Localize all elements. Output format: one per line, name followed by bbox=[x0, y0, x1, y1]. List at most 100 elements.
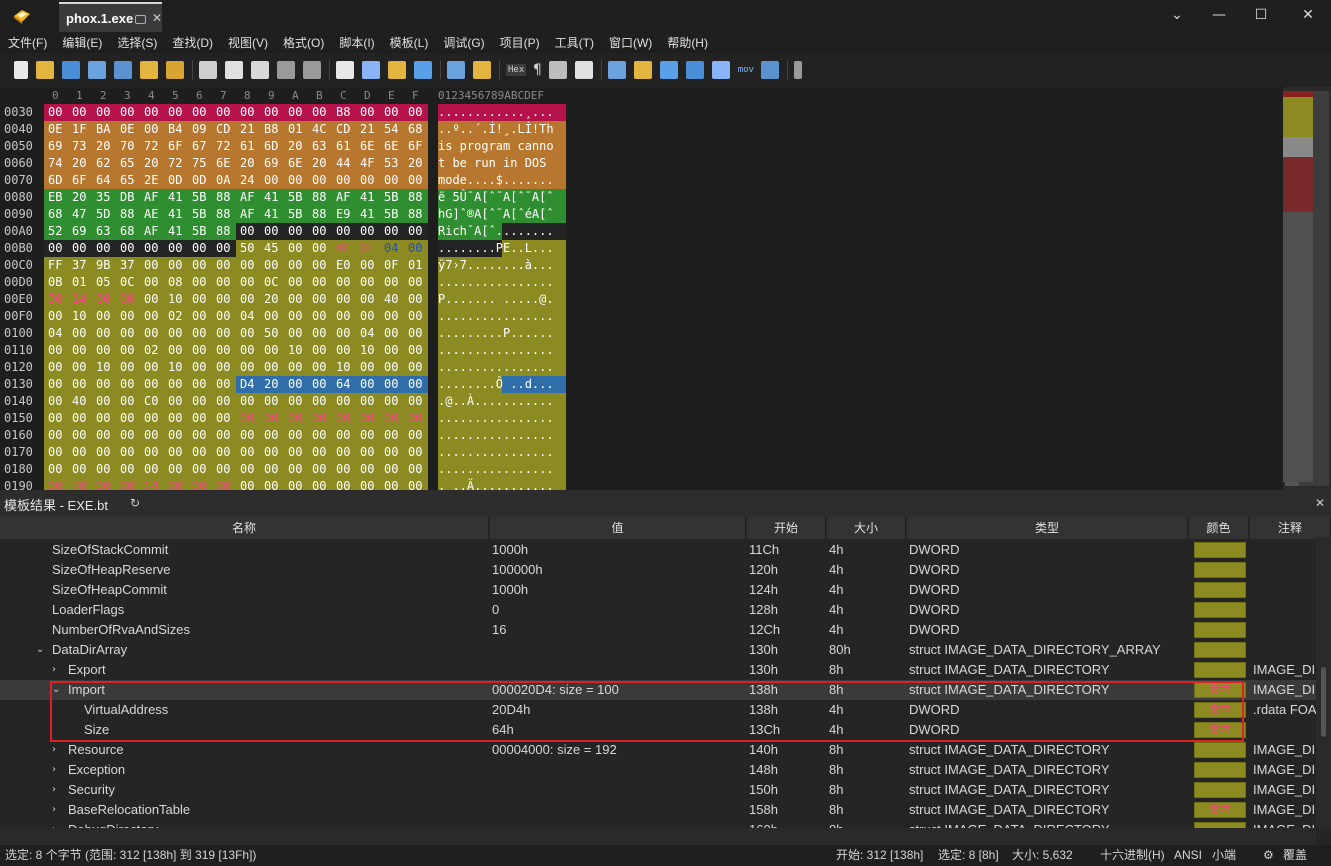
hex-byte[interactable]: 00 bbox=[192, 291, 208, 308]
hex-byte[interactable]: 00 bbox=[288, 376, 304, 393]
ascii-row[interactable]: ................ bbox=[438, 427, 554, 444]
table-row[interactable]: Size 64h 13Ch 4h DWORD 文本 bbox=[0, 720, 1331, 740]
hex-byte[interactable]: 00 bbox=[48, 461, 64, 478]
hex-byte[interactable]: 14 bbox=[72, 291, 88, 308]
hex-byte[interactable]: 5B bbox=[288, 206, 304, 223]
hex-byte[interactable]: 00 bbox=[72, 359, 88, 376]
table-row[interactable]: LoaderFlags 0 128h 4h DWORD bbox=[0, 600, 1331, 620]
hex-byte[interactable]: 00 bbox=[48, 427, 64, 444]
hex-byte[interactable]: 00 bbox=[216, 410, 232, 427]
hex-byte[interactable]: 00 bbox=[120, 291, 136, 308]
hex-byte[interactable]: 72 bbox=[144, 138, 160, 155]
hex-byte[interactable]: 00 bbox=[288, 410, 304, 427]
ascii-row[interactable]: ................ bbox=[438, 308, 554, 325]
hex-byte[interactable]: 45 bbox=[264, 240, 280, 257]
color-swatch[interactable] bbox=[1194, 642, 1246, 658]
hex-byte[interactable]: 41 bbox=[168, 223, 184, 240]
table-horizontal-scrollbar[interactable] bbox=[0, 828, 1316, 845]
hex-byte[interactable]: 00 bbox=[216, 342, 232, 359]
hex-byte[interactable]: 00 bbox=[288, 308, 304, 325]
hex-byte[interactable]: 00 bbox=[264, 427, 280, 444]
hex-byte[interactable]: 10 bbox=[288, 342, 304, 359]
hex-byte[interactable]: 00 bbox=[168, 427, 184, 444]
column-header-value[interactable]: 值 bbox=[490, 517, 746, 539]
menu-view[interactable]: 视图(V) bbox=[228, 34, 268, 51]
hex-byte[interactable]: 2E bbox=[144, 172, 160, 189]
hex-byte[interactable]: 00 bbox=[120, 461, 136, 478]
hex-byte[interactable]: 00 bbox=[240, 342, 256, 359]
hex-byte[interactable]: 00 bbox=[192, 427, 208, 444]
hex-byte[interactable]: 00 bbox=[240, 274, 256, 291]
hex-byte[interactable]: 00 bbox=[120, 427, 136, 444]
hex-byte[interactable]: 00 bbox=[288, 274, 304, 291]
menu-project[interactable]: 项目(P) bbox=[500, 34, 540, 51]
hex-byte[interactable]: 6E bbox=[216, 155, 232, 172]
hex-byte[interactable]: 00 bbox=[312, 342, 328, 359]
save-as-icon[interactable] bbox=[88, 61, 106, 79]
hex-byte[interactable]: 00 bbox=[264, 342, 280, 359]
hex-byte[interactable]: 64 bbox=[336, 376, 352, 393]
hex-byte[interactable]: 0C bbox=[264, 274, 280, 291]
hex-byte[interactable]: 00 bbox=[96, 291, 112, 308]
hex-byte[interactable]: 00 bbox=[48, 410, 64, 427]
hex-byte[interactable]: 00 bbox=[120, 376, 136, 393]
hex-byte[interactable]: 00 bbox=[192, 461, 208, 478]
hex-byte[interactable]: 10 bbox=[336, 359, 352, 376]
ascii-row[interactable]: is program canno bbox=[438, 138, 554, 155]
hex-byte[interactable]: 64 bbox=[96, 172, 112, 189]
hex-byte[interactable]: 00 bbox=[288, 240, 304, 257]
hex-byte[interactable]: 00 bbox=[408, 393, 424, 410]
column-header-size[interactable]: 大小 bbox=[827, 517, 906, 539]
hex-byte[interactable]: 00 bbox=[192, 240, 208, 257]
hex-byte[interactable]: 00 bbox=[72, 427, 88, 444]
ascii-row[interactable]: mode....$....... bbox=[438, 172, 554, 189]
hex-byte[interactable]: 00 bbox=[408, 308, 424, 325]
hex-byte[interactable]: CD bbox=[216, 121, 232, 138]
hex-byte[interactable]: 00 bbox=[96, 325, 112, 342]
menu-tools[interactable]: 工具(T) bbox=[555, 34, 594, 51]
maximize-button[interactable]: ☐ bbox=[1241, 0, 1281, 30]
hex-byte[interactable]: 00 bbox=[264, 308, 280, 325]
hex-byte[interactable]: 20 bbox=[240, 155, 256, 172]
hex-byte[interactable]: 41 bbox=[168, 189, 184, 206]
hex-byte[interactable]: 0C bbox=[120, 274, 136, 291]
chevron-right-icon[interactable]: › bbox=[52, 660, 56, 680]
hex-byte[interactable]: 88 bbox=[216, 206, 232, 223]
hex-byte[interactable]: 05 bbox=[96, 274, 112, 291]
show-whitespace-toggle[interactable]: ¶ bbox=[533, 62, 541, 78]
find-in-files-icon[interactable] bbox=[388, 61, 406, 79]
hex-byte[interactable]: 00 bbox=[408, 410, 424, 427]
ascii-row[interactable]: ..º..´.Í!¸.LÍ!Th bbox=[438, 121, 554, 138]
hex-byte[interactable]: B4 bbox=[168, 121, 184, 138]
ascii-row[interactable]: ................ bbox=[438, 444, 554, 461]
disassembler-button[interactable]: mov bbox=[738, 65, 754, 75]
hex-byte[interactable]: 88 bbox=[408, 189, 424, 206]
hex-byte[interactable]: 00 bbox=[384, 342, 400, 359]
hex-byte[interactable]: 04 bbox=[48, 325, 64, 342]
hex-byte[interactable]: 08 bbox=[168, 274, 184, 291]
hex-byte[interactable]: 00 bbox=[72, 461, 88, 478]
copy-icon[interactable] bbox=[225, 61, 243, 79]
hex-byte[interactable]: 00 bbox=[336, 478, 352, 490]
hex-byte[interactable]: 5D bbox=[96, 206, 112, 223]
hex-byte[interactable]: 00 bbox=[240, 444, 256, 461]
column-header-comment[interactable]: 注释 bbox=[1250, 517, 1331, 539]
ascii-row[interactable]: ................ bbox=[438, 410, 554, 427]
hex-byte[interactable]: 00 bbox=[384, 172, 400, 189]
hex-byte[interactable]: 00 bbox=[144, 291, 160, 308]
hex-byte[interactable]: 04 bbox=[384, 240, 400, 257]
hex-byte[interactable]: 00 bbox=[312, 257, 328, 274]
hex-byte[interactable]: 00 bbox=[48, 342, 64, 359]
menu-debug[interactable]: 调试(G) bbox=[443, 34, 484, 51]
hex-byte[interactable]: 63 bbox=[312, 138, 328, 155]
hex-byte[interactable]: 00 bbox=[408, 291, 424, 308]
hex-byte[interactable]: 74 bbox=[48, 155, 64, 172]
menu-search[interactable]: 查找(D) bbox=[172, 34, 213, 51]
hex-byte[interactable]: 00 bbox=[360, 376, 376, 393]
hex-byte[interactable]: 00 bbox=[312, 376, 328, 393]
hex-byte[interactable]: 00 bbox=[360, 308, 376, 325]
hex-byte[interactable]: 00 bbox=[408, 478, 424, 490]
hex-byte[interactable]: 00 bbox=[384, 393, 400, 410]
hex-mode-toggle[interactable]: Hex bbox=[506, 64, 527, 76]
table-row[interactable]: NumberOfRvaAndSizes 16 12Ch 4h DWORD bbox=[0, 620, 1331, 640]
